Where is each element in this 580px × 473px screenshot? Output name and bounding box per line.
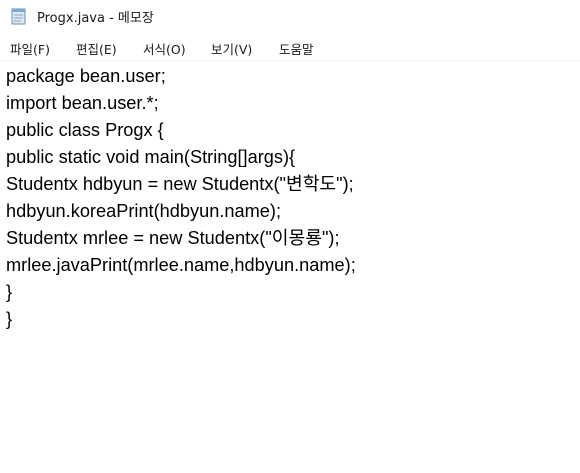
menu-file[interactable]: 파일(F): [8, 38, 52, 59]
menu-help[interactable]: 도움말: [277, 38, 316, 59]
title-bar[interactable]: Progx.java - 메모장: [0, 0, 580, 33]
menu-bar: 파일(F) 편집(E) 서식(O) 보기(V) 도움말: [0, 35, 580, 59]
window-title: Progx.java - 메모장: [37, 11, 154, 26]
menu-view[interactable]: 보기(V): [209, 38, 254, 59]
menu-edit[interactable]: 편집(E): [74, 38, 119, 59]
text-line[interactable]: package bean.user;: [6, 63, 166, 89]
notepad-window: Progx.java - 메모장 파일(F) 편집(E) 서식(O) 보기(V)…: [0, 0, 580, 473]
text-line[interactable]: public class Progx {: [6, 117, 164, 143]
text-line[interactable]: hdbyun.koreaPrint(hdbyun.name);: [6, 198, 281, 224]
text-line[interactable]: }: [6, 306, 12, 332]
notepad-icon: [10, 7, 28, 25]
text-line[interactable]: mrlee.javaPrint(mrlee.name,hdbyun.name);: [6, 252, 356, 278]
text-line[interactable]: public static void main(String[]args){: [6, 144, 295, 170]
text-editor[interactable]: package bean.user; import bean.user.*; p…: [0, 61, 580, 473]
text-line[interactable]: Studentx hdbyun = new Studentx("변학도");: [6, 171, 354, 197]
text-line[interactable]: }: [6, 279, 12, 305]
text-line[interactable]: Studentx mrlee = new Studentx("이몽룡");: [6, 225, 340, 251]
text-line[interactable]: import bean.user.*;: [6, 90, 159, 116]
menu-format[interactable]: 서식(O): [141, 38, 188, 59]
